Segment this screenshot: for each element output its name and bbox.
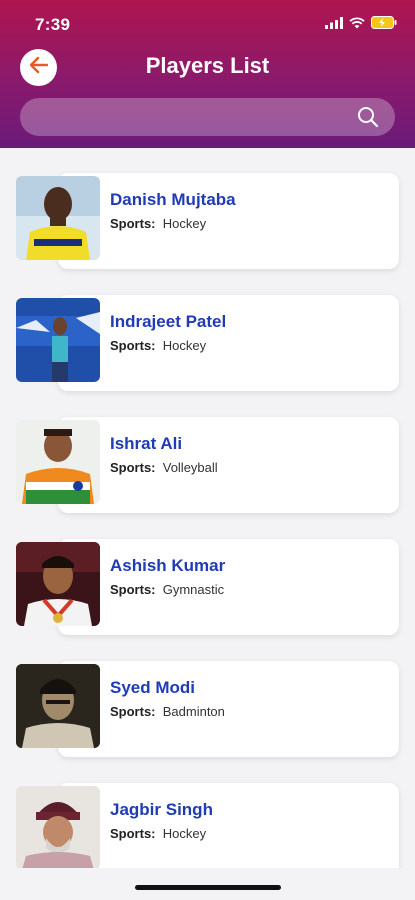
status-icons <box>325 16 397 34</box>
player-name: Jagbir Singh <box>110 800 213 819</box>
player-name: Danish Mujtaba <box>110 190 236 209</box>
player-photo <box>16 664 100 748</box>
player-name: Ashish Kumar <box>110 556 226 575</box>
player-sport: Sports: Hockey <box>110 826 207 841</box>
player-sport: Sports: Gymnastic <box>110 582 225 597</box>
search-input[interactable] <box>36 98 360 138</box>
status-time: 7:39 <box>35 15 71 34</box>
player-name: Ishrat Ali <box>110 434 183 453</box>
page-title: Players List <box>145 53 270 78</box>
player-photo <box>16 176 100 260</box>
player-sport: Sports: Volleyball <box>110 460 218 475</box>
player-photo <box>16 420 100 504</box>
player-photo <box>16 298 100 382</box>
player-photo <box>16 542 100 626</box>
search-icon[interactable] <box>357 106 379 133</box>
wifi-icon <box>349 16 365 34</box>
home-indicator[interactable] <box>135 885 281 890</box>
player-sport: Sports: Badminton <box>110 704 225 719</box>
player-sport: Sports: Hockey <box>110 216 207 231</box>
status-bar: 7:39 <box>0 0 415 48</box>
player-name: Syed Modi <box>110 678 196 697</box>
header: 7:39 Players List <box>0 0 415 148</box>
signal-icon <box>325 16 343 34</box>
player-sport: Sports: Hockey <box>110 338 207 353</box>
search-bar[interactable] <box>20 98 395 138</box>
battery-icon <box>371 16 397 34</box>
player-name: Indrajeet Patel <box>110 312 227 331</box>
player-photo <box>16 786 100 868</box>
players-list: Danish Mujtaba Sports: Hockey Indrajeet … <box>0 148 415 868</box>
